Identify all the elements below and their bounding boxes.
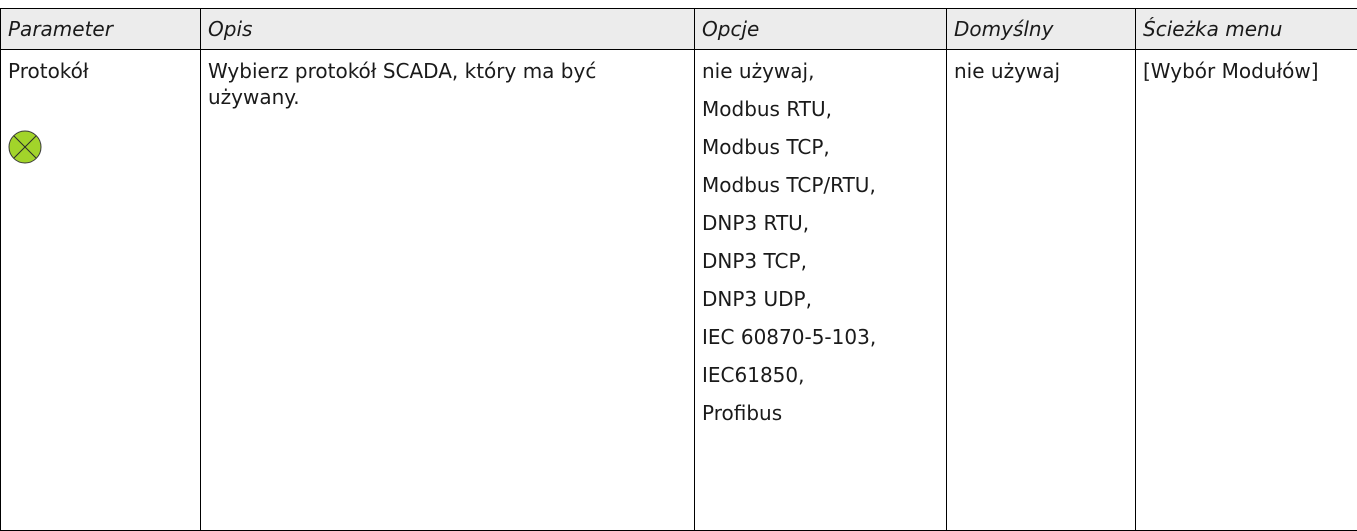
setting-indicator-icon [8, 130, 42, 164]
header-description: Opis [201, 9, 695, 50]
header-parameter: Parameter [1, 9, 201, 50]
option-item: Profibus [702, 400, 939, 438]
options-list: nie używaj, Modbus RTU, Modbus TCP, Modb… [702, 58, 939, 438]
cell-parameter: Protokół [1, 50, 201, 531]
cell-description: Wybierz protokół SCADA, który ma być uży… [201, 50, 695, 531]
header-menu-path: Ścieżka menu [1136, 9, 1357, 50]
parameter-table: Parameter Opis Opcje Domyślny Ścieżka me… [0, 8, 1357, 531]
table-row: Protokół Wybierz protokół SCADA, który m… [1, 50, 1357, 531]
default-value: nie używaj [954, 59, 1060, 83]
header-options: Opcje [695, 9, 947, 50]
parameter-name: Protokół [8, 59, 89, 83]
cell-menu-path: [Wybór Modułów] [1136, 50, 1357, 531]
header-default: Domyślny [947, 9, 1136, 50]
option-item: IEC 60870-5-103, [702, 324, 939, 362]
cell-options: nie używaj, Modbus RTU, Modbus TCP, Modb… [695, 50, 947, 531]
option-item: nie używaj, [702, 58, 939, 96]
menu-path-value: [Wybór Modułów] [1143, 59, 1319, 83]
option-item: Modbus RTU, [702, 96, 939, 134]
table-header: Parameter Opis Opcje Domyślny Ścieżka me… [1, 9, 1357, 50]
header-row: Parameter Opis Opcje Domyślny Ścieżka me… [1, 9, 1357, 50]
option-item: DNP3 TCP, [702, 248, 939, 286]
option-item: Modbus TCP, [702, 134, 939, 172]
option-item: Modbus TCP/RTU, [702, 172, 939, 210]
option-item: DNP3 UDP, [702, 286, 939, 324]
option-item: IEC61850, [702, 362, 939, 400]
description-text: Wybierz protokół SCADA, który ma być uży… [208, 59, 596, 109]
option-item: DNP3 RTU, [702, 210, 939, 248]
cell-default: nie używaj [947, 50, 1136, 531]
